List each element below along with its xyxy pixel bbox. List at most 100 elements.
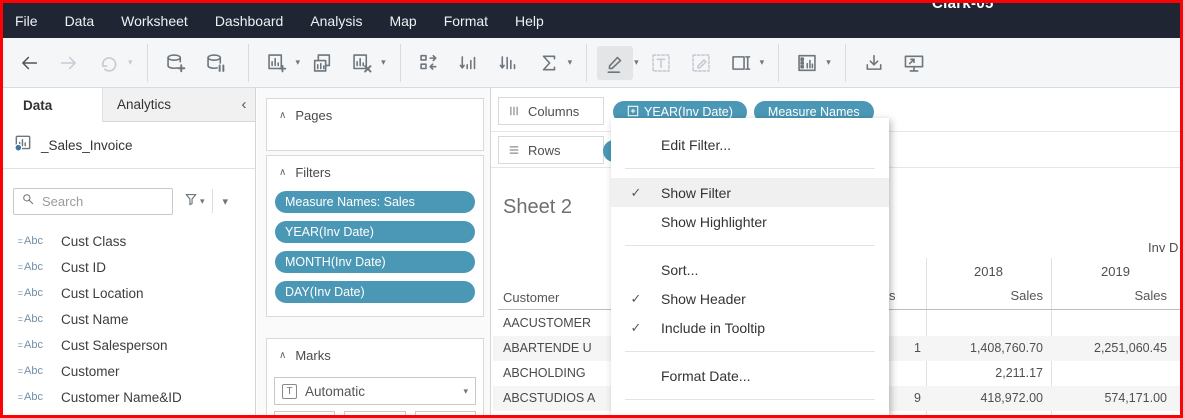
string-field-icon: Abc [3, 339, 43, 351]
collapse-pages-icon: ∧ [279, 110, 286, 121]
sales-value-2019[interactable]: 574,171.00 [1051, 391, 1167, 405]
text-button[interactable] [415, 411, 476, 418]
sales-value-2019[interactable]: 2,251,060.45 [1051, 341, 1167, 355]
replay-icon [98, 52, 120, 74]
highlight-caret-icon[interactable]: ▾ [634, 57, 639, 68]
sales-value-2018[interactable]: 1,408,760.70 [926, 341, 1043, 355]
field-item[interactable]: AbcCustomer [3, 358, 255, 384]
menu-item-include-in-tooltip[interactable]: ✓Include in Tooltip [611, 313, 889, 342]
totals-button[interactable] [531, 46, 567, 80]
year-header-2018[interactable]: 2018 [926, 264, 1051, 279]
menubar-item-worksheet[interactable]: Worksheet [121, 13, 188, 29]
undo-button[interactable] [11, 46, 47, 80]
menubar-item-format[interactable]: Format [444, 13, 488, 29]
menu-item-format-date[interactable]: Format Date... [611, 361, 889, 390]
field-item[interactable]: Abc Cust Class [3, 228, 255, 254]
show-me-icon [796, 52, 818, 74]
menu-separator [625, 168, 875, 169]
pages-card[interactable]: ∧Pages [266, 98, 484, 151]
filter-pill[interactable]: DAY(Inv Date) [275, 281, 475, 303]
show-mark-labels-button[interactable] [643, 46, 679, 80]
field-item[interactable]: AbcCust Location [3, 280, 255, 306]
sales-header-2019[interactable]: Sales [1051, 288, 1167, 303]
pause-auto-updates-button[interactable] [198, 46, 234, 80]
fit-caret-icon[interactable]: ▾ [760, 57, 765, 68]
tab-analytics[interactable]: Analytics [103, 88, 233, 122]
marks-card[interactable]: ∧Marks T Automatic ▾ [266, 338, 484, 418]
menu-item-edit-filter[interactable]: Edit Filter... [611, 130, 889, 159]
field-item[interactable]: AbcCust Name [3, 306, 255, 332]
pill-label: Measure Names [768, 105, 860, 119]
clear-sheet-caret-icon[interactable]: ▾ [381, 57, 386, 68]
filter-pill[interactable]: YEAR(Inv Date) [275, 221, 475, 243]
fit-button[interactable] [723, 46, 759, 80]
field-item-label: Cust Class [61, 234, 126, 249]
replay-caret-icon[interactable]: ▾ [128, 57, 133, 68]
menubar-item-data[interactable]: Data [65, 13, 95, 29]
download-button[interactable] [856, 46, 892, 80]
string-field-icon: Abc [3, 235, 43, 247]
filters-card[interactable]: ∧Filters Measure Names: SalesYEAR(Inv Da… [266, 155, 484, 317]
color-button[interactable] [274, 411, 335, 418]
rows-shelf-label: Rows [498, 136, 604, 164]
field-item-label: Cust Salesperson [61, 338, 168, 353]
top-header-inv-date[interactable]: Inv D [1148, 240, 1178, 255]
swap-rows-columns-button[interactable] [411, 46, 447, 80]
clear-sheet-button[interactable] [344, 46, 380, 80]
sort-ascending-button[interactable] [451, 46, 487, 80]
mark-type-dropdown[interactable]: T Automatic ▾ [274, 377, 476, 405]
tab-data[interactable]: Data [3, 88, 103, 122]
menu-item-show-filter[interactable]: ✓Show Filter [611, 178, 889, 207]
new-worksheet-button[interactable] [259, 46, 295, 80]
menu-item-sort[interactable]: Sort... [611, 255, 889, 284]
search-input[interactable]: Search [13, 188, 173, 215]
menubar-item-dashboard[interactable]: Dashboard [215, 13, 284, 29]
new-worksheet-caret-icon[interactable]: ▾ [296, 57, 301, 68]
sort-descending-button[interactable] [491, 46, 527, 80]
field-filter-button[interactable]: ▾ [183, 191, 205, 212]
sheet-title: Sheet 2 [503, 196, 572, 219]
collapse-icon: ‹ [242, 96, 247, 113]
row-header-customer[interactable]: Customer [503, 290, 559, 305]
sales-value-2018[interactable]: 2,211.17 [926, 366, 1043, 380]
new-worksheet-icon [266, 52, 288, 74]
field-item[interactable]: Date [3, 410, 255, 418]
sales-header-2018[interactable]: Sales [926, 288, 1043, 303]
filter-pill[interactable]: MONTH(Inv Date) [275, 251, 475, 273]
marks-buttons [274, 411, 476, 418]
show-me-button[interactable] [789, 46, 825, 80]
customer-cell[interactable]: ABCHOLDING [503, 366, 586, 380]
customer-cell[interactable]: ABARTENDE U [503, 341, 592, 355]
highlight-button[interactable] [597, 46, 633, 80]
datasource-row[interactable]: _Sales_Invoice [3, 122, 255, 169]
field-item[interactable]: Abc Cust Salesperson [3, 332, 255, 358]
menubar-item-analysis[interactable]: Analysis [310, 13, 362, 29]
menubar-item-file[interactable]: File [15, 13, 38, 29]
customer-cell[interactable]: AACUSTOMER [503, 316, 591, 330]
redo-button[interactable] [51, 46, 87, 80]
field-item[interactable]: AbcCust ID [3, 254, 255, 280]
field-item-label: Customer Name&ID [61, 390, 182, 405]
customer-cell[interactable]: ABCSTUDIOS A [503, 391, 595, 405]
menu-item-show-highlighter[interactable]: Show Highlighter [611, 207, 889, 236]
menubar-item-help[interactable]: Help [515, 13, 544, 29]
replay-button[interactable] [91, 46, 127, 80]
menu-item-show-header[interactable]: ✓Show Header [611, 284, 889, 313]
add-data-source-button[interactable] [158, 46, 194, 80]
funnel-caret-icon: ▾ [200, 196, 205, 207]
collapse-pane-button[interactable]: ‹ [233, 88, 255, 122]
annotate-button[interactable] [683, 46, 719, 80]
filter-pill[interactable]: Measure Names: Sales [275, 191, 475, 213]
application-window: File Data Worksheet Dashboard Analysis Map For… [0, 0, 1183, 418]
menubar-item-map[interactable]: Map [389, 13, 416, 29]
show-me-caret-icon[interactable]: ▾ [826, 57, 831, 68]
sales-value-2018[interactable]: 418,972.00 [926, 391, 1043, 405]
field-list-options-button[interactable]: ▾ [223, 195, 229, 208]
duplicate-sheet-button[interactable] [304, 46, 340, 80]
presentation-mode-button[interactable] [896, 46, 932, 80]
totals-caret-icon[interactable]: ▾ [568, 57, 573, 68]
menu-separator [625, 351, 875, 352]
field-item[interactable]: AbcCustomer Name&ID [3, 384, 255, 410]
year-header-2019[interactable]: 2019 [1051, 264, 1180, 279]
size-button[interactable] [344, 411, 405, 418]
